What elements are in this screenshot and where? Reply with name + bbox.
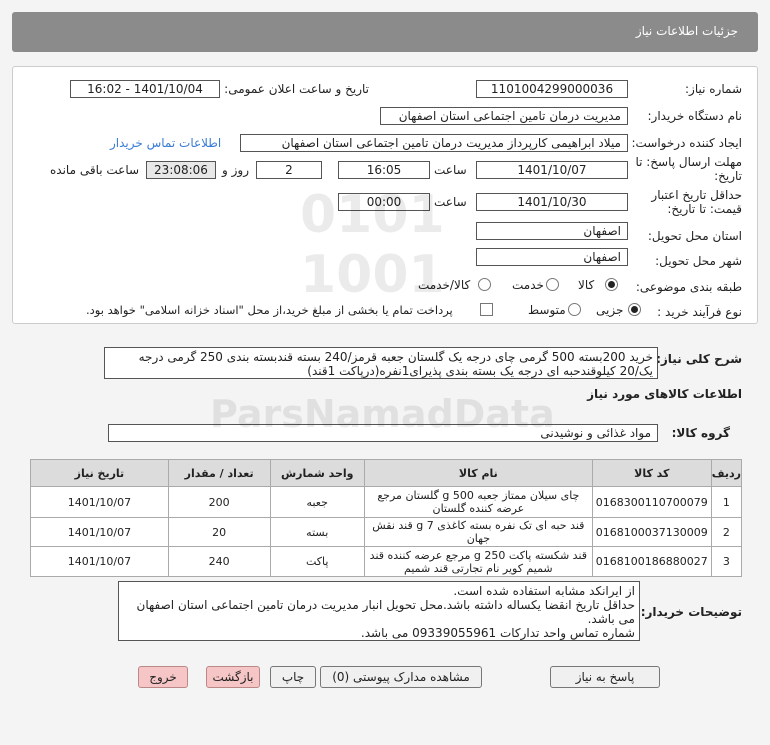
buyer-notes-line-4: شماره تماس واحد تدارکات 09339055961 می ب… bbox=[360, 626, 635, 640]
days-label: روز و bbox=[222, 163, 249, 177]
row-date: 1401/10/07 bbox=[30, 517, 169, 547]
deadline-date-field[interactable]: 1401/10/07 bbox=[476, 161, 628, 179]
summary-line-2: یک/20 کیلوقندحبه ای درجه یک بسته بندی پذ… bbox=[307, 364, 653, 378]
goods-group-label: گروه کالا: bbox=[671, 426, 730, 440]
remaining-time-label: ساعت باقی مانده bbox=[50, 163, 140, 177]
col-index: ردیف bbox=[710, 459, 743, 487]
category-option-service: خدمت bbox=[512, 278, 544, 292]
row-qty: 20 bbox=[167, 517, 271, 547]
goods-table: ردیف کد کالا نام کالا واحد شمارش تعداد /… bbox=[30, 459, 743, 577]
summary-box: خرید 200بسته 500 گرمی چای درجه یک گلستان… bbox=[104, 347, 658, 379]
row-code: 0168100186880027 bbox=[591, 546, 712, 577]
buyer-notes-line-1: از ایرانکد مشابه استفاده شده است. bbox=[453, 584, 635, 598]
col-code: کد کالا bbox=[591, 459, 712, 487]
row-name: قند حبه ای تک نفره بسته کاغذی 7 g قند نق… bbox=[363, 517, 593, 547]
treasury-payment-note: پرداخت تمام یا بخشی از مبلغ خرید،از محل … bbox=[86, 303, 453, 317]
remaining-time-field: 23:08:06 bbox=[146, 161, 216, 179]
process-radio-minor[interactable] bbox=[628, 303, 641, 316]
page-header: جزئیات اطلاعات نیاز bbox=[12, 12, 758, 52]
col-unit: واحد شمارش bbox=[269, 459, 365, 487]
announce-field[interactable]: 1401/10/04 - 16:02 bbox=[70, 80, 220, 98]
table-row: 1 0168300110700079 چای سیلان ممتاز جعبه … bbox=[30, 486, 743, 518]
treasury-payment-checkbox[interactable] bbox=[480, 303, 493, 316]
buyer-notes-label: توضیحات خریدار: bbox=[640, 605, 742, 619]
summary-label: شرح کلی نیاز: bbox=[656, 352, 742, 366]
table-row: 3 0168100186880027 قند شکسته پاکت 250 g … bbox=[30, 546, 743, 577]
row-unit: جعبه bbox=[269, 486, 365, 518]
deadline-time-field[interactable]: 16:05 bbox=[338, 161, 430, 179]
col-date: تاریخ نیاز bbox=[30, 459, 169, 487]
row-index: 2 bbox=[710, 517, 743, 547]
row-qty: 240 bbox=[167, 546, 271, 577]
summary-line-1: خرید 200بسته 500 گرمی چای درجه یک گلستان… bbox=[138, 350, 653, 364]
row-name: قند شکسته پاکت 250 g مرجع عرضه کننده قند… bbox=[363, 546, 593, 577]
need-number-label: شماره نیاز: bbox=[685, 82, 742, 96]
row-date: 1401/10/07 bbox=[30, 486, 169, 518]
table-row: 2 0168100037130009 قند حبه ای تک نفره بس… bbox=[30, 517, 743, 547]
col-qty: تعداد / مقدار bbox=[167, 459, 271, 487]
days-field[interactable]: 2 bbox=[256, 161, 322, 179]
buyer-org-label: نام دستگاه خریدار: bbox=[647, 109, 743, 123]
print-button[interactable]: چاپ bbox=[270, 666, 316, 688]
announce-label: تاریخ و ساعت اعلان عمومی: bbox=[224, 82, 369, 96]
validity-time-field[interactable]: 00:00 bbox=[338, 193, 430, 211]
creator-field[interactable]: میلاد ابراهیمی کارپرداز مدیریت درمان تام… bbox=[240, 134, 628, 152]
buyer-notes-line-2: حداقل تاریخ انقضا یکساله داشته باشد.محل … bbox=[136, 598, 635, 612]
validity-time-label: ساعت bbox=[434, 195, 467, 209]
buyer-contact-link[interactable]: اطلاعات تماس خریدار bbox=[110, 136, 221, 150]
deadline-time-label: ساعت bbox=[434, 163, 467, 177]
row-index: 3 bbox=[710, 546, 743, 577]
category-label: طبقه بندی موضوعی: bbox=[635, 280, 742, 294]
row-code: 0168100037130009 bbox=[591, 517, 712, 547]
validity-date-label: قیمت: تا تاریخ: bbox=[667, 202, 742, 216]
creator-label: ایجاد کننده درخواست: bbox=[631, 136, 742, 150]
buyer-org-field[interactable]: مدیریت درمان تامین اجتماعی استان اصفهان bbox=[380, 107, 628, 125]
buyer-notes-line-3: می باشد. bbox=[587, 612, 635, 626]
deadline-label: مهلت ارسال پاسخ: تا bbox=[635, 155, 742, 169]
category-option-goods-service: کالا/خدمت bbox=[418, 278, 471, 292]
process-option-medium: متوسط bbox=[528, 303, 566, 317]
row-qty: 200 bbox=[167, 486, 271, 518]
city-field[interactable]: اصفهان bbox=[476, 248, 628, 266]
row-code: 0168300110700079 bbox=[591, 486, 712, 518]
category-option-goods: کالا bbox=[578, 278, 595, 292]
row-name: چای سیلان ممتاز جعبه 500 g گلستان مرجع ع… bbox=[363, 486, 593, 518]
reply-button[interactable]: پاسخ به نیاز bbox=[550, 666, 660, 688]
category-radio-goods-service[interactable] bbox=[478, 278, 491, 291]
row-unit: بسته bbox=[269, 517, 365, 547]
category-radio-service[interactable] bbox=[546, 278, 559, 291]
validity-date-field[interactable]: 1401/10/30 bbox=[476, 193, 628, 211]
row-date: 1401/10/07 bbox=[30, 546, 169, 577]
process-label: نوع فرآیند خرید : bbox=[657, 305, 742, 319]
col-name: نام کالا bbox=[363, 459, 593, 487]
need-number-field[interactable]: 1101004299000036 bbox=[476, 80, 628, 98]
exit-button[interactable]: خروج bbox=[138, 666, 188, 688]
back-button[interactable]: بازگشت bbox=[206, 666, 260, 688]
row-unit: پاکت bbox=[269, 546, 365, 577]
process-option-minor: جزیی bbox=[596, 303, 624, 317]
buyer-notes-box: از ایرانکد مشابه استفاده شده است. حداقل … bbox=[118, 581, 640, 641]
category-radio-goods[interactable] bbox=[605, 278, 618, 291]
page-title: جزئیات اطلاعات نیاز bbox=[635, 24, 738, 38]
city-label: شهر محل تحویل: bbox=[655, 254, 742, 268]
goods-table-header: ردیف کد کالا نام کالا واحد شمارش تعداد /… bbox=[30, 459, 743, 487]
goods-section-title: اطلاعات کالاهای مورد نیاز bbox=[587, 387, 742, 401]
goods-group-field[interactable]: مواد غذائی و نوشیدنی bbox=[108, 424, 658, 442]
deadline-date-label: تاریخ: bbox=[714, 169, 742, 183]
province-field[interactable]: اصفهان bbox=[476, 222, 628, 240]
row-index: 1 bbox=[710, 486, 743, 518]
attachments-button[interactable]: مشاهده مدارک پیوستی (0) bbox=[320, 666, 482, 688]
process-radio-medium[interactable] bbox=[568, 303, 581, 316]
province-label: استان محل تحویل: bbox=[647, 229, 742, 243]
validity-label: حداقل تاریخ اعتبار bbox=[651, 188, 742, 202]
